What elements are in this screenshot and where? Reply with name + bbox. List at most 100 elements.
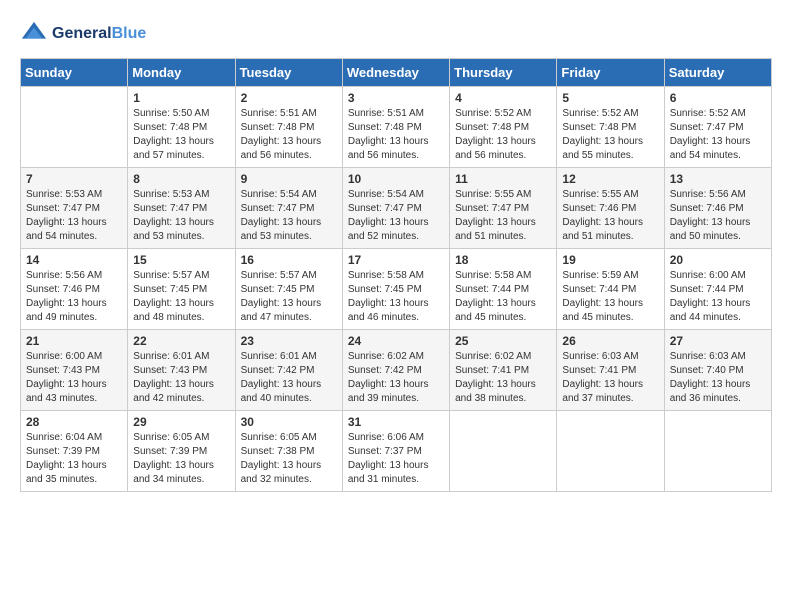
day-info: Sunrise: 5:59 AM Sunset: 7:44 PM Dayligh…	[562, 269, 658, 325]
calendar-cell: 21 Sunrise: 6:00 AM Sunset: 7:43 PM Dayli…	[21, 330, 128, 411]
day-number: 22	[133, 334, 229, 348]
weekday-header: Saturday	[664, 59, 771, 87]
weekday-header: Sunday	[21, 59, 128, 87]
calendar-cell: 24 Sunrise: 6:02 AM Sunset: 7:42 PM Dayli…	[342, 330, 449, 411]
day-info: Sunrise: 6:04 AM Sunset: 7:39 PM Dayligh…	[26, 431, 122, 487]
day-info: Sunrise: 6:00 AM Sunset: 7:43 PM Dayligh…	[26, 350, 122, 406]
weekday-header: Friday	[557, 59, 664, 87]
calendar-cell: 1 Sunrise: 5:50 AM Sunset: 7:48 PM Daylig…	[128, 87, 235, 168]
day-info: Sunrise: 5:51 AM Sunset: 7:48 PM Dayligh…	[241, 107, 337, 163]
day-number: 15	[133, 253, 229, 267]
day-number: 30	[241, 415, 337, 429]
day-info: Sunrise: 5:52 AM Sunset: 7:47 PM Dayligh…	[670, 107, 766, 163]
weekday-header: Thursday	[450, 59, 557, 87]
calendar-cell: 15Sunrise: 5:57 AM Sunset: 7:45 PM Dayli…	[128, 249, 235, 330]
day-info: Sunrise: 6:05 AM Sunset: 7:38 PM Dayligh…	[241, 431, 337, 487]
day-number: 10	[348, 172, 444, 186]
day-number: 12	[562, 172, 658, 186]
day-number: 3	[348, 91, 444, 105]
calendar-cell: 20Sunrise: 6:00 AM Sunset: 7:44 PM Dayli…	[664, 249, 771, 330]
calendar-header: SundayMondayTuesdayWednesdayThursdayFrid…	[21, 59, 772, 87]
day-number: 17	[348, 253, 444, 267]
calendar-cell	[664, 411, 771, 492]
calendar-cell: 29 Sunrise: 6:05 AM Sunset: 7:39 PM Dayli…	[128, 411, 235, 492]
calendar-cell: 7 Sunrise: 5:53 AM Sunset: 7:47 PM Daylig…	[21, 168, 128, 249]
day-info: Sunrise: 5:52 AM Sunset: 7:48 PM Dayligh…	[455, 107, 551, 163]
day-number: 21	[26, 334, 122, 348]
calendar-cell	[21, 87, 128, 168]
day-info: Sunrise: 6:05 AM Sunset: 7:39 PM Dayligh…	[133, 431, 229, 487]
weekday-header: Monday	[128, 59, 235, 87]
calendar-cell: 13 Sunrise: 5:56 AM Sunset: 7:46 PM Dayli…	[664, 168, 771, 249]
day-number: 4	[455, 91, 551, 105]
calendar-cell: 10 Sunrise: 5:54 AM Sunset: 7:47 PM Dayli…	[342, 168, 449, 249]
calendar-cell: 4 Sunrise: 5:52 AM Sunset: 7:48 PM Daylig…	[450, 87, 557, 168]
calendar-cell: 14 Sunrise: 5:56 AM Sunset: 7:46 PM Dayli…	[21, 249, 128, 330]
day-info: Sunrise: 5:50 AM Sunset: 7:48 PM Dayligh…	[133, 107, 229, 163]
day-number: 7	[26, 172, 122, 186]
day-info: Sunrise: 5:57 AM Sunset: 7:45 PM Dayligh…	[241, 269, 337, 325]
calendar-cell: 22 Sunrise: 6:01 AM Sunset: 7:43 PM Dayli…	[128, 330, 235, 411]
day-number: 1	[133, 91, 229, 105]
day-number: 8	[133, 172, 229, 186]
day-info: Sunrise: 6:02 AM Sunset: 7:41 PM Dayligh…	[455, 350, 551, 406]
calendar-cell: 9Sunrise: 5:54 AM Sunset: 7:47 PM Daylig…	[235, 168, 342, 249]
day-number: 16	[241, 253, 337, 267]
day-info: Sunrise: 5:54 AM Sunset: 7:47 PM Dayligh…	[241, 188, 337, 244]
calendar-cell	[450, 411, 557, 492]
day-number: 31	[348, 415, 444, 429]
calendar-cell: 12 Sunrise: 5:55 AM Sunset: 7:46 PM Dayli…	[557, 168, 664, 249]
calendar-cell: 28 Sunrise: 6:04 AM Sunset: 7:39 PM Dayli…	[21, 411, 128, 492]
calendar-cell: 30 Sunrise: 6:05 AM Sunset: 7:38 PM Dayli…	[235, 411, 342, 492]
day-number: 28	[26, 415, 122, 429]
calendar-cell: 6Sunrise: 5:52 AM Sunset: 7:47 PM Daylig…	[664, 87, 771, 168]
calendar-table: SundayMondayTuesdayWednesdayThursdayFrid…	[20, 58, 772, 492]
day-info: Sunrise: 6:02 AM Sunset: 7:42 PM Dayligh…	[348, 350, 444, 406]
logo-icon	[20, 20, 48, 48]
weekday-header: Tuesday	[235, 59, 342, 87]
day-info: Sunrise: 5:56 AM Sunset: 7:46 PM Dayligh…	[26, 269, 122, 325]
logo-text: GeneralBlue	[52, 24, 146, 43]
calendar-cell: 27 Sunrise: 6:03 AM Sunset: 7:40 PM Dayli…	[664, 330, 771, 411]
day-info: Sunrise: 5:54 AM Sunset: 7:47 PM Dayligh…	[348, 188, 444, 244]
day-info: Sunrise: 5:53 AM Sunset: 7:47 PM Dayligh…	[26, 188, 122, 244]
calendar-cell	[557, 411, 664, 492]
calendar-cell: 3 Sunrise: 5:51 AM Sunset: 7:48 PM Daylig…	[342, 87, 449, 168]
day-info: Sunrise: 5:56 AM Sunset: 7:46 PM Dayligh…	[670, 188, 766, 244]
calendar-week-row: 28 Sunrise: 6:04 AM Sunset: 7:39 PM Dayli…	[21, 411, 772, 492]
day-number: 20	[670, 253, 766, 267]
day-info: Sunrise: 6:03 AM Sunset: 7:41 PM Dayligh…	[562, 350, 658, 406]
day-number: 26	[562, 334, 658, 348]
calendar-cell: 25 Sunrise: 6:02 AM Sunset: 7:41 PM Dayli…	[450, 330, 557, 411]
day-number: 2	[241, 91, 337, 105]
day-number: 25	[455, 334, 551, 348]
day-info: Sunrise: 6:03 AM Sunset: 7:40 PM Dayligh…	[670, 350, 766, 406]
day-info: Sunrise: 6:01 AM Sunset: 7:43 PM Dayligh…	[133, 350, 229, 406]
day-number: 27	[670, 334, 766, 348]
logo: GeneralBlue	[20, 20, 146, 48]
calendar-week-row: 14 Sunrise: 5:56 AM Sunset: 7:46 PM Dayli…	[21, 249, 772, 330]
calendar-week-row: 7 Sunrise: 5:53 AM Sunset: 7:47 PM Daylig…	[21, 168, 772, 249]
day-number: 29	[133, 415, 229, 429]
day-info: Sunrise: 6:01 AM Sunset: 7:42 PM Dayligh…	[241, 350, 337, 406]
day-number: 11	[455, 172, 551, 186]
day-number: 24	[348, 334, 444, 348]
calendar-cell: 11Sunrise: 5:55 AM Sunset: 7:47 PM Dayli…	[450, 168, 557, 249]
calendar-cell: 5Sunrise: 5:52 AM Sunset: 7:48 PM Daylig…	[557, 87, 664, 168]
calendar-cell: 19Sunrise: 5:59 AM Sunset: 7:44 PM Dayli…	[557, 249, 664, 330]
day-info: Sunrise: 6:06 AM Sunset: 7:37 PM Dayligh…	[348, 431, 444, 487]
day-number: 14	[26, 253, 122, 267]
day-info: Sunrise: 5:51 AM Sunset: 7:48 PM Dayligh…	[348, 107, 444, 163]
day-info: Sunrise: 5:55 AM Sunset: 7:46 PM Dayligh…	[562, 188, 658, 244]
calendar-cell: 26 Sunrise: 6:03 AM Sunset: 7:41 PM Dayli…	[557, 330, 664, 411]
calendar-cell: 2 Sunrise: 5:51 AM Sunset: 7:48 PM Daylig…	[235, 87, 342, 168]
day-info: Sunrise: 5:58 AM Sunset: 7:45 PM Dayligh…	[348, 269, 444, 325]
day-info: Sunrise: 5:58 AM Sunset: 7:44 PM Dayligh…	[455, 269, 551, 325]
calendar-week-row: 21 Sunrise: 6:00 AM Sunset: 7:43 PM Dayli…	[21, 330, 772, 411]
day-info: Sunrise: 5:53 AM Sunset: 7:47 PM Dayligh…	[133, 188, 229, 244]
calendar-cell: 18Sunrise: 5:58 AM Sunset: 7:44 PM Dayli…	[450, 249, 557, 330]
calendar-cell: 31 Sunrise: 6:06 AM Sunset: 7:37 PM Dayli…	[342, 411, 449, 492]
calendar-week-row: 1 Sunrise: 5:50 AM Sunset: 7:48 PM Daylig…	[21, 87, 772, 168]
day-number: 5	[562, 91, 658, 105]
day-number: 13	[670, 172, 766, 186]
